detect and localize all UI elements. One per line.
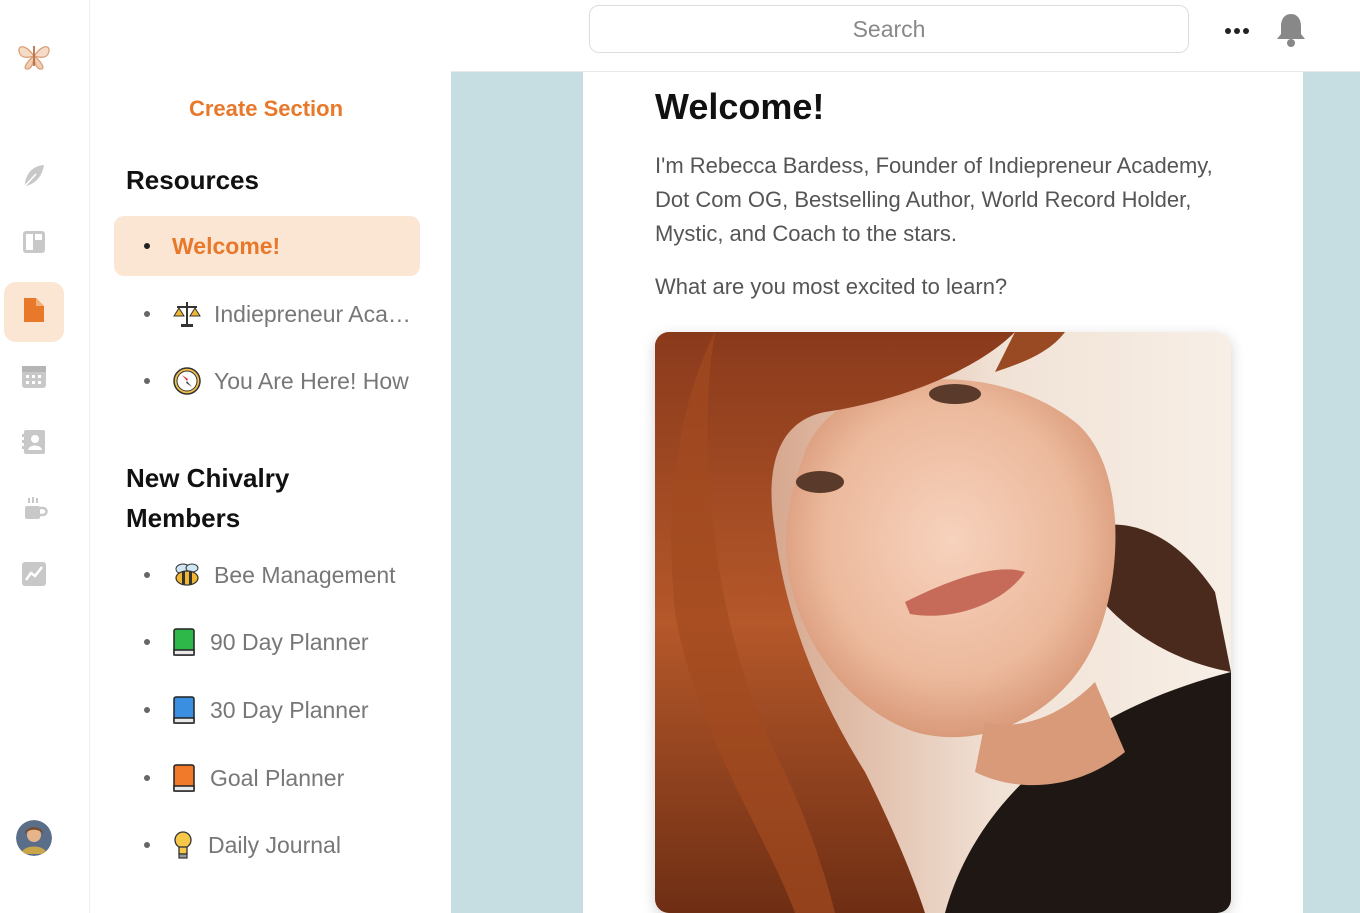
section-item-welcome[interactable]: Welcome! [114,216,420,276]
top-bar [451,0,1360,72]
section-item-label: 30 Day Planner [210,696,369,723]
bullet [144,243,150,249]
bullet [144,842,150,848]
notification-bell-icon[interactable] [1273,10,1309,50]
intro-paragraph: I'm Rebecca Bardess, Founder of Indiepre… [655,153,1213,246]
profile-photo [655,332,1231,913]
bee-icon [172,560,202,590]
section-item-label: You Are Here! How [214,367,409,394]
section-item-label: 90 Day Planner [210,628,369,655]
section-item-label: Welcome! [172,232,281,259]
bullet [144,707,150,713]
section-item-bee-management[interactable]: Bee Management [114,545,420,605]
layout-icon [20,228,48,261]
lightbulb-icon [172,830,194,860]
group-title-new-chivalry: New Chivalry Members [126,463,290,533]
question-text: What are you most excited to learn? [655,274,1008,299]
section-item-goal-planner[interactable]: Goal Planner [114,748,420,808]
dot [1225,28,1231,34]
bullet [144,775,150,781]
section-item-you-are-here[interactable]: You Are Here! How [114,351,420,411]
section-item-label: Indiepreneur Academy [214,300,414,327]
compass-icon [172,366,202,396]
nav-layout[interactable] [4,214,64,274]
icon-rail [0,0,90,913]
search-input[interactable] [589,5,1189,53]
nav-analytics[interactable] [4,546,64,606]
user-avatar[interactable] [16,820,52,856]
coffee-icon [20,494,48,527]
scales-icon [172,299,202,329]
calendar-icon [20,362,48,395]
bullet [144,378,150,384]
butterfly-logo[interactable] [14,36,54,76]
document-icon [21,296,47,329]
page-title: Welcome! [655,86,825,127]
nav-documents[interactable] [4,282,64,342]
nav-feather[interactable] [4,148,64,208]
nav-contacts[interactable] [4,414,64,474]
blue-book-icon [172,695,196,725]
dot [1234,28,1240,34]
sections-sidebar: Create Section Resources Welcome! Indiep… [90,0,451,913]
section-item-daily-journal[interactable]: Daily Journal [114,815,420,875]
content-card: Welcome! I'm Rebecca Bardess, Founder of… [583,72,1303,913]
bullet [144,311,150,317]
create-section-button[interactable]: Create Section [90,96,442,122]
contacts-icon [20,428,48,461]
bullet [144,572,150,578]
section-item-label: Daily Journal [208,831,341,858]
nav-coffee[interactable] [4,480,64,540]
section-item-label: Bee Management [214,561,396,588]
green-book-icon [172,627,196,657]
section-item-indiepreneur[interactable]: Indiepreneur Academy [114,284,420,344]
section-item-30-day-planner[interactable]: 30 Day Planner [114,680,420,740]
chart-icon [20,560,48,593]
bullet [144,639,150,645]
section-item-label: Goal Planner [210,764,345,791]
feather-icon [20,162,48,195]
more-options-button[interactable] [1221,18,1253,44]
nav-calendar[interactable] [4,348,64,408]
section-item-90-day-planner[interactable]: 90 Day Planner [114,612,420,672]
group-title-resources: Resources [126,165,259,195]
content-area: Welcome! I'm Rebecca Bardess, Founder of… [451,72,1360,913]
dot [1243,28,1249,34]
orange-book-icon [172,763,196,793]
